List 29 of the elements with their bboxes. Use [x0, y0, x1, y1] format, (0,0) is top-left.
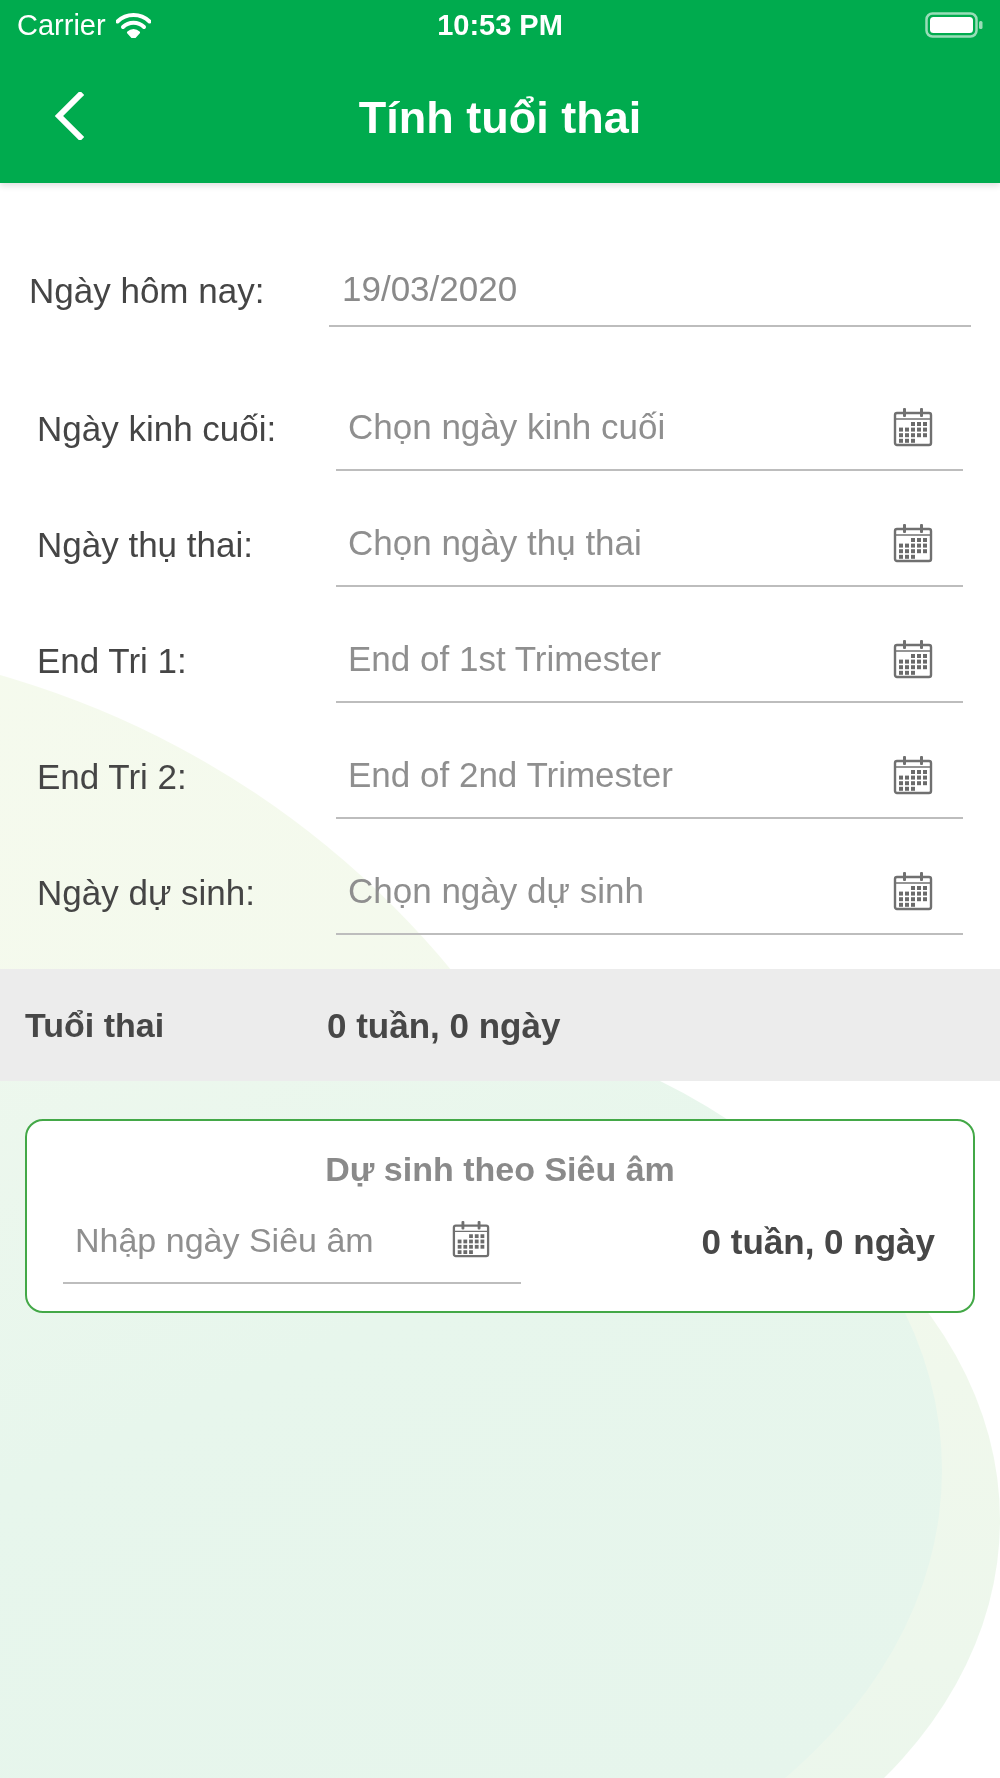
carrier-name: Carrier [17, 10, 106, 40]
summary-value: 0 tuần, 0 ngày [327, 1007, 561, 1043]
status-time: 10:53 PM [437, 10, 563, 40]
card-title: Dự sinh theo Siêu âm [325, 1149, 675, 1189]
summary-label: Tuổi thai [25, 1008, 166, 1042]
calendar-icon[interactable] [452, 1220, 490, 1258]
date-field[interactable]: Chọn ngày thụ thai [336, 501, 963, 587]
screen-title: Tính tuổi thai [358, 94, 642, 140]
field-label: Ngày thụ thai: [37, 526, 254, 562]
ultrasound-result: 0 tuần, 0 ngày [701, 1223, 935, 1259]
calendar-icon[interactable] [893, 407, 933, 447]
field-label: Ngày hôm nay: [29, 272, 266, 308]
calendar-icon[interactable] [893, 523, 933, 563]
date-field[interactable]: End of 1st Trimester [336, 617, 963, 703]
calendar-icon[interactable] [893, 871, 933, 911]
date-field[interactable]: Nhập ngày Siêu âm [63, 1198, 521, 1284]
date-field[interactable]: Chọn ngày dự sinh [336, 849, 963, 935]
field-label: End Tri 1: [37, 642, 188, 678]
date-field[interactable]: End of 2nd Trimester [336, 733, 963, 819]
wifi-icon [115, 12, 151, 38]
date-field[interactable]: 19/03/2020 [329, 253, 971, 327]
calendar-icon[interactable] [893, 755, 933, 795]
date-field[interactable]: Chọn ngày kinh cuối [336, 385, 963, 471]
chevron-left-icon [54, 92, 84, 140]
field-label: Ngày dự sinh: [37, 874, 256, 910]
battery-icon [925, 12, 983, 38]
calendar-icon[interactable] [893, 639, 933, 679]
field-label: Ngày kinh cuối: [37, 410, 278, 446]
field-label: End Tri 2: [37, 758, 188, 794]
